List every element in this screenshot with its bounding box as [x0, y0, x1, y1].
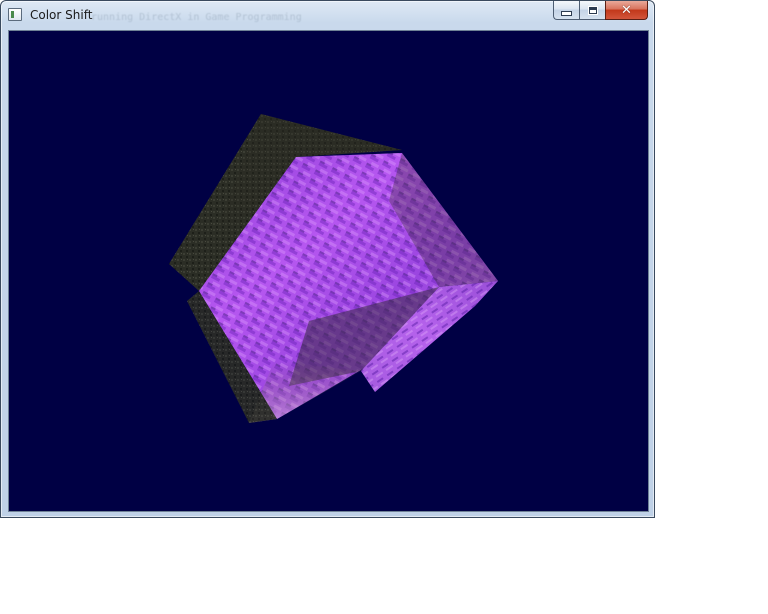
app-icon[interactable] — [8, 8, 22, 21]
title-bar[interactable]: Color Shift running DirectX in Game Prog… — [1, 1, 654, 30]
close-icon: ✕ — [621, 2, 632, 18]
render-viewport[interactable] — [8, 30, 649, 512]
caption-buttons: ✕ — [553, 1, 648, 20]
cube-scene — [169, 114, 498, 423]
minimize-button[interactable] — [553, 1, 579, 20]
window-title: Color Shift — [30, 8, 93, 22]
app-window: Color Shift running DirectX in Game Prog… — [0, 0, 655, 518]
maximize-button[interactable] — [579, 1, 605, 20]
background-window-title: running DirectX in Game Programming — [91, 12, 302, 23]
maximize-icon — [588, 6, 597, 14]
close-button[interactable]: ✕ — [605, 1, 648, 20]
minimize-icon — [561, 10, 572, 16]
